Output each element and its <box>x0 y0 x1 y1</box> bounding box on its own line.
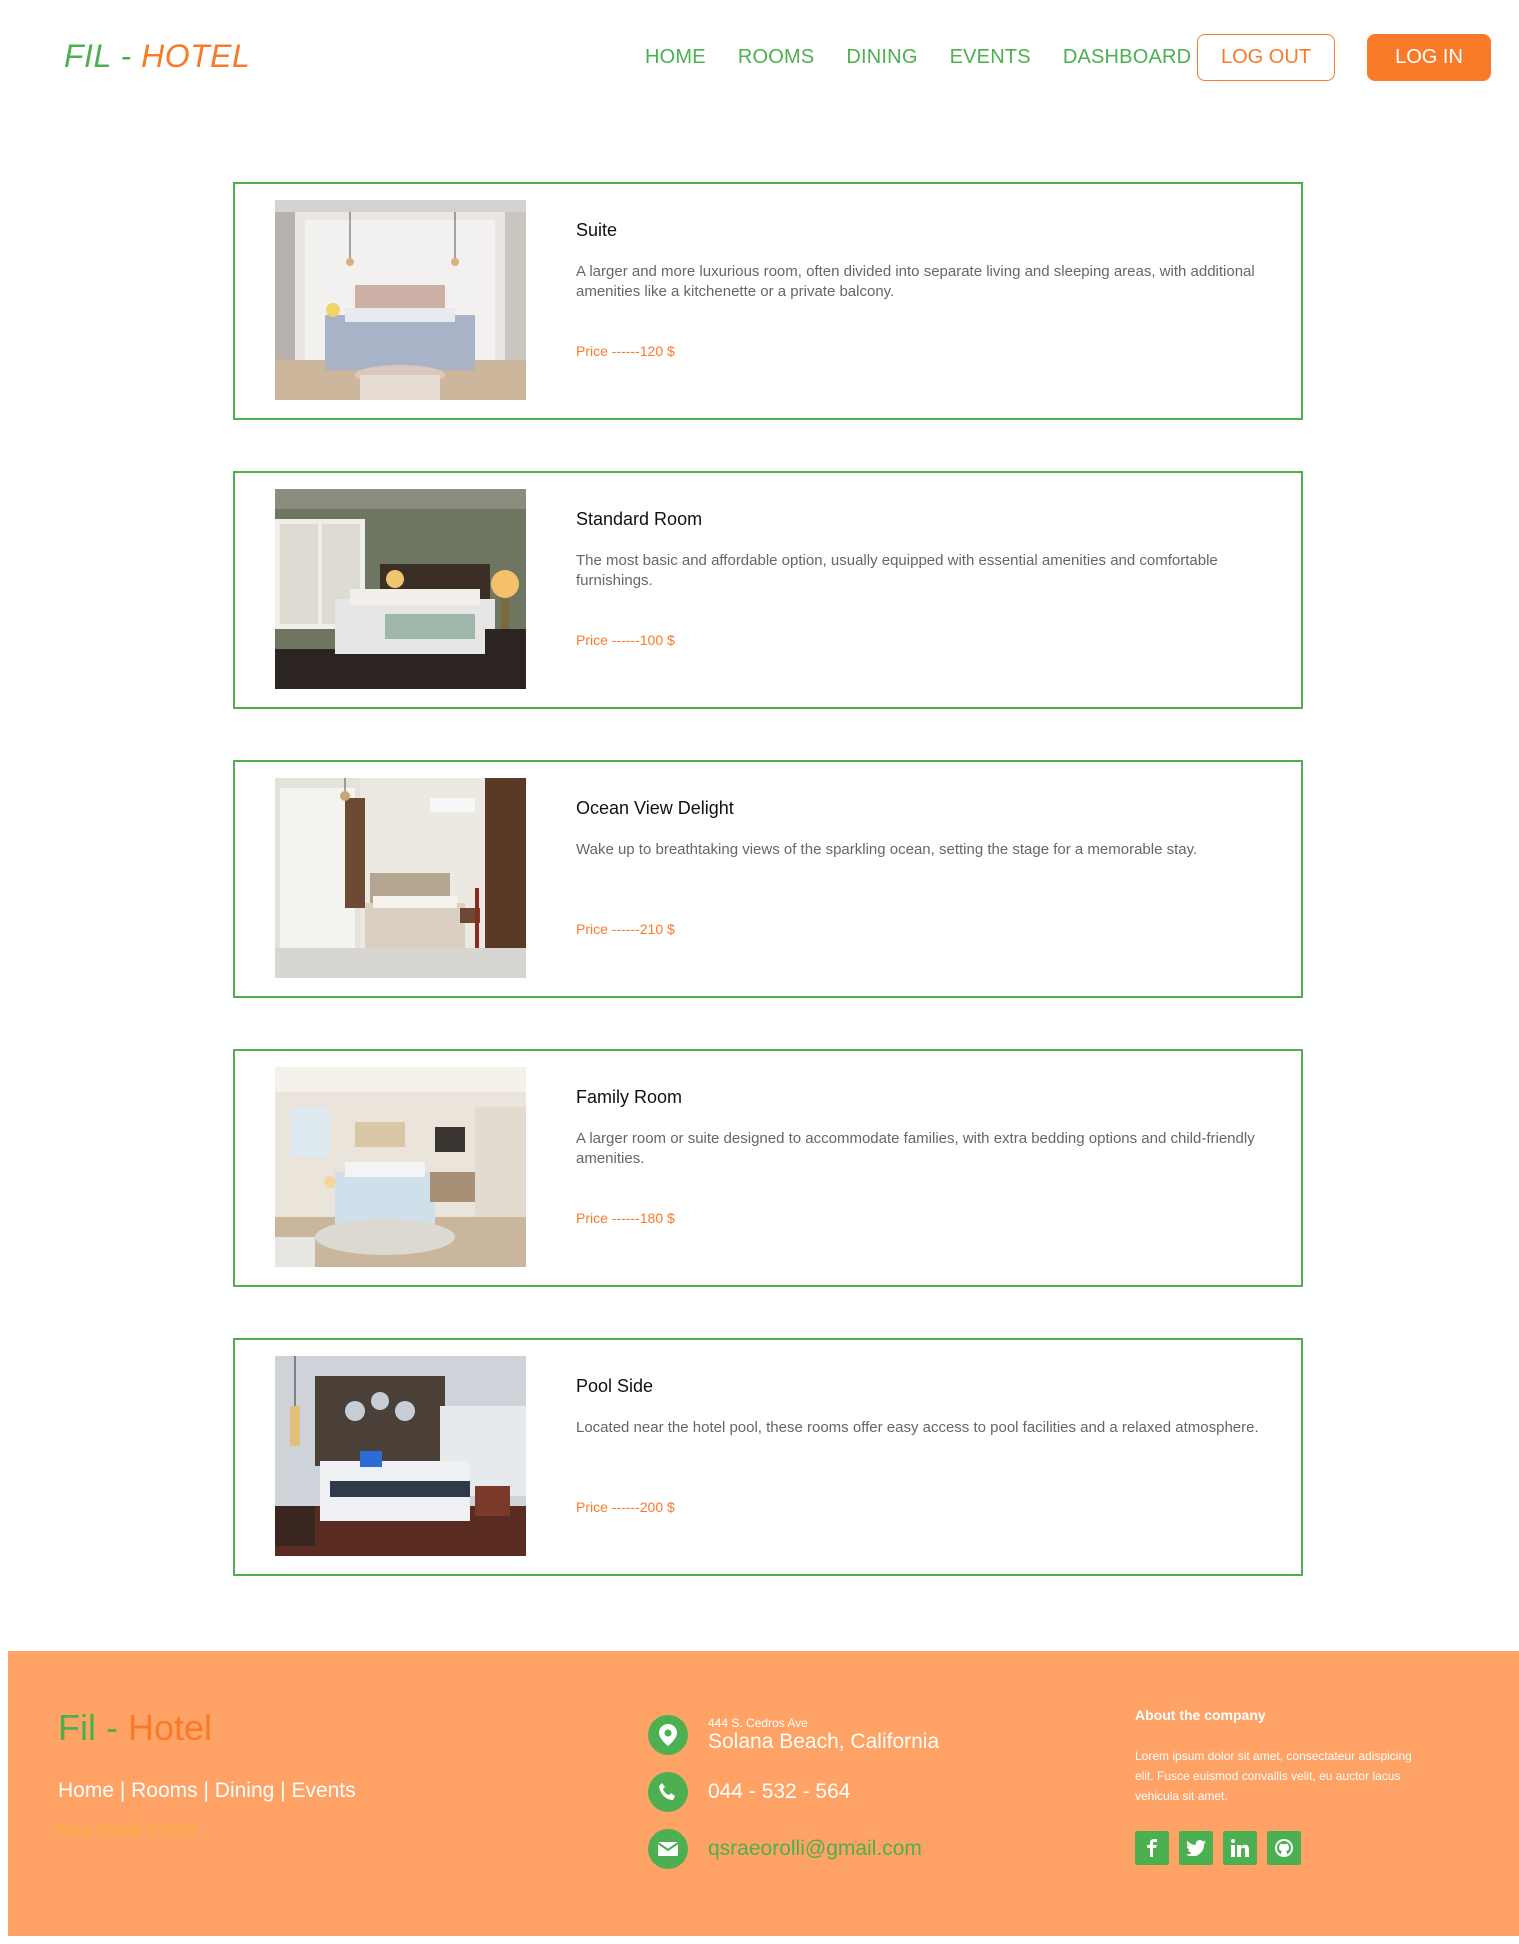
nav-events[interactable]: EVENTS <box>950 46 1031 69</box>
room-photo-pool-side <box>275 1356 526 1556</box>
room-description: Located near the hotel pool, these rooms… <box>576 1419 1259 1436</box>
room-description: A larger and more luxurious room, often … <box>576 263 1255 300</box>
address-line1: 444 S. Cedros Ave <box>708 1716 808 1730</box>
logo-part2: HOTEL <box>141 38 251 74</box>
room-title: Ocean View Delight <box>576 798 734 818</box>
twitter-icon[interactable] <box>1179 1831 1213 1865</box>
envelope-icon <box>648 1829 688 1869</box>
room-card-suite: Suite A larger and more luxurious room, … <box>233 182 1303 420</box>
github-icon[interactable] <box>1267 1831 1301 1865</box>
room-price: Price ------120 $ <box>576 343 675 359</box>
room-card-ocean-view: Ocean View Delight Wake up to breathtaki… <box>233 760 1303 998</box>
about-text: Lorem ipsum dolor sit amet, consectateur… <box>1135 1749 1412 1803</box>
room-photo-standard <box>275 489 526 689</box>
room-description: Wake up to breathtaking views of the spa… <box>576 841 1198 858</box>
room-description: The most basic and affordable option, us… <box>576 552 1218 589</box>
social-links <box>1135 1831 1301 1865</box>
map-pin-icon <box>648 1715 688 1755</box>
email-link[interactable]: qsraeorolli@gmail.com <box>708 1837 922 1861</box>
phone-icon <box>648 1772 688 1812</box>
room-price: Price ------210 $ <box>576 921 675 937</box>
site-header: FIL - HOTEL HOME ROOMS DINING EVENTS DAS… <box>0 0 1519 118</box>
room-title: Suite <box>576 220 618 240</box>
room-card-pool-side: Pool Side Located near the hotel pool, t… <box>233 1338 1303 1576</box>
about-title: About the company <box>1135 1707 1266 1723</box>
room-photo-suite <box>275 200 526 400</box>
nav-rooms[interactable]: ROOMS <box>738 46 815 69</box>
main-nav: HOME ROOMS DINING EVENTS DASHBOARD <box>645 46 1223 69</box>
linkedin-icon[interactable] <box>1223 1831 1257 1865</box>
footer-copyright: Esra Corolli © 2023 <box>58 1822 197 1839</box>
room-photo-ocean-view <box>275 778 526 978</box>
site-logo[interactable]: FIL - HOTEL <box>64 38 250 75</box>
facebook-icon[interactable] <box>1135 1831 1169 1865</box>
room-card-family: Family Room A larger room or suite desig… <box>233 1049 1303 1287</box>
room-description: A larger room or suite designed to accom… <box>576 1130 1255 1167</box>
logo-part1: FIL - <box>64 38 132 74</box>
site-footer: Fil - Hotel Home | Rooms | Dining | Even… <box>8 1651 1519 1936</box>
room-card-standard: Standard Room The most basic and afforda… <box>233 471 1303 709</box>
footer-logo[interactable]: Fil - Hotel <box>58 1707 212 1749</box>
phone-number: 044 - 532 - 564 <box>708 1780 851 1803</box>
room-list: Suite A larger and more luxurious room, … <box>233 182 1303 1627</box>
room-price: Price ------180 $ <box>576 1210 675 1226</box>
room-photo-family <box>275 1067 526 1267</box>
footer-email: qsraeorolli@gmail.com <box>648 1829 922 1869</box>
nav-home[interactable]: HOME <box>645 46 706 69</box>
nav-dashboard[interactable]: DASHBOARD <box>1063 46 1192 69</box>
room-title: Family Room <box>576 1087 683 1107</box>
footer-phone: 044 - 532 - 564 <box>648 1772 850 1812</box>
footer-logo-part2: Hotel <box>128 1707 213 1748</box>
room-price: Price ------100 $ <box>576 632 675 648</box>
login-button[interactable]: LOG IN <box>1367 34 1491 81</box>
address-line2: Solana Beach, California <box>708 1730 940 1753</box>
nav-dining[interactable]: DINING <box>846 46 917 69</box>
room-title: Pool Side <box>576 1376 654 1396</box>
logout-button[interactable]: LOG OUT <box>1197 34 1335 81</box>
footer-address: 444 S. Cedros Ave Solana Beach, Californ… <box>648 1715 939 1755</box>
footer-logo-part1: Fil - <box>58 1707 118 1748</box>
room-price: Price ------200 $ <box>576 1499 675 1515</box>
footer-nav-links[interactable]: Home | Rooms | Dining | Events <box>58 1779 356 1803</box>
room-title: Standard Room <box>576 509 703 529</box>
